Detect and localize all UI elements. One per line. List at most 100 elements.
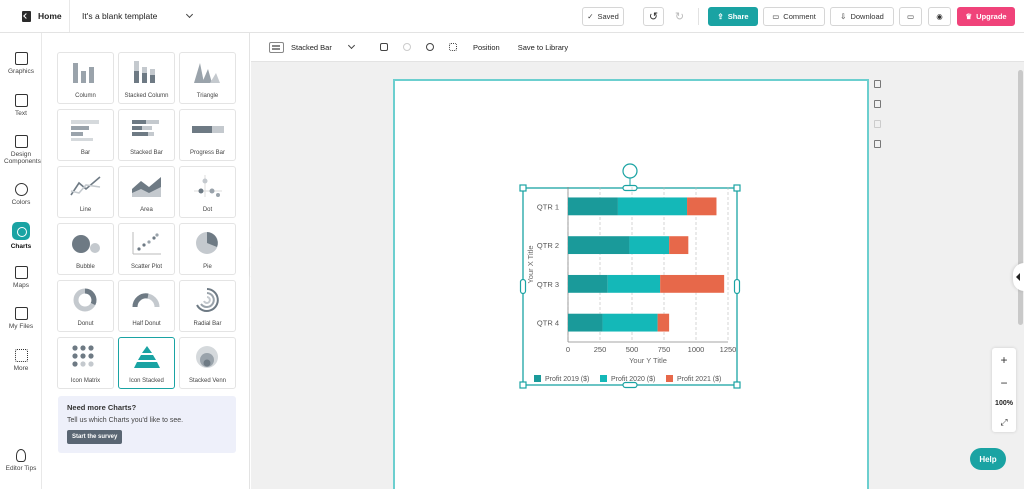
- tile-label: Dot: [202, 207, 213, 213]
- home-icon: [22, 10, 31, 22]
- chart-tile-donut[interactable]: Donut: [57, 280, 114, 332]
- chart-tile-radial-bar[interactable]: Radial Bar: [179, 280, 236, 332]
- top-bar: Home It's a blank template ✓ Saved ↺ ↻ ⇪…: [0, 0, 1024, 33]
- charts-icon: [12, 222, 30, 240]
- chart-tile-bubble[interactable]: Bubble: [57, 223, 114, 275]
- position-button[interactable]: Position: [473, 43, 500, 52]
- rail-item-graphics[interactable]: Graphics: [0, 52, 42, 75]
- share-button[interactable]: ⇪ Share: [708, 7, 758, 26]
- resize-handle: [519, 184, 527, 192]
- legend-swatch: [534, 375, 541, 382]
- stacked-bar-chart[interactable]: 0 250 500 750 1000 1250 QTR 1 QTR 2 QTR 3 QTR 4 Yo…: [515, 158, 751, 398]
- icon-matrix-icon: [72, 345, 94, 367]
- chart-type-select[interactable]: Stacked Bar: [269, 41, 358, 53]
- share-icon: ⇪: [717, 12, 724, 21]
- chevron-down-icon: [186, 10, 194, 19]
- fit-to-screen-icon[interactable]: ⤢: [1000, 417, 1007, 427]
- rotate-handle-icon: [622, 163, 638, 179]
- chart-tile-stacked-bar[interactable]: Stacked Bar: [118, 109, 175, 161]
- rail-item-charts[interactable]: Charts: [0, 222, 42, 250]
- bar-segment: [669, 236, 689, 255]
- rail-label: My Files: [8, 323, 34, 330]
- delete-page-icon[interactable]: [874, 120, 881, 128]
- chart-tile-column[interactable]: Column: [57, 52, 114, 104]
- chart-tile-half-donut[interactable]: Half Donut: [118, 280, 175, 332]
- bubble-chart-icon: [72, 235, 100, 253]
- rail-item-text[interactable]: Text: [0, 94, 42, 117]
- undo-button[interactable]: ↺: [643, 7, 664, 26]
- start-survey-button[interactable]: Start the survey: [67, 430, 123, 444]
- lock-icon[interactable]: [380, 43, 388, 51]
- home-button[interactable]: Home: [0, 0, 70, 32]
- duplicate-page-icon[interactable]: [874, 100, 881, 108]
- x-tick-label: 1250: [720, 345, 737, 354]
- rail-item-maps[interactable]: Maps: [0, 266, 42, 289]
- chart-tile-bar[interactable]: Bar: [57, 109, 114, 161]
- chart-tile-progress-bar[interactable]: Progress Bar: [179, 109, 236, 161]
- copy-page-icon[interactable]: [874, 140, 881, 148]
- chart-tile-pie[interactable]: Pie: [179, 223, 236, 275]
- preview-button[interactable]: ◉: [928, 7, 951, 26]
- chart-tile-line[interactable]: Line: [57, 166, 114, 218]
- saved-button[interactable]: ✓ Saved: [582, 7, 624, 26]
- stacked-bar-icon: [132, 120, 159, 136]
- rail-item-design-components[interactable]: Design Components: [0, 135, 42, 166]
- save-to-library-button[interactable]: Save to Library: [518, 43, 568, 52]
- expand-right-panel-button[interactable]: [1013, 263, 1024, 291]
- transparency-icon[interactable]: [449, 43, 457, 51]
- chart-tile-icon-matrix[interactable]: Icon Matrix: [57, 337, 114, 389]
- folder-icon: [14, 307, 28, 320]
- chart-tile-scatter-plot[interactable]: Scatter Plot: [118, 223, 175, 275]
- zoom-level: 100%: [995, 399, 1013, 407]
- rail-item-colors[interactable]: Colors: [0, 183, 42, 206]
- resize-handle: [519, 278, 527, 295]
- stacked-column-icon: [134, 61, 155, 83]
- chart-tile-dot[interactable]: Dot: [179, 166, 236, 218]
- rail-item-my-files[interactable]: My Files: [0, 307, 42, 330]
- dot-chart-icon: [194, 175, 222, 197]
- comment-label: Comment: [783, 12, 816, 21]
- graphics-icon: [14, 52, 28, 65]
- promo-title: Need more Charts?: [67, 403, 137, 412]
- upgrade-label: Upgrade: [976, 12, 1007, 21]
- rail-item-editor-tips[interactable]: Editor Tips: [0, 449, 42, 472]
- upgrade-button[interactable]: ♛ Upgrade: [957, 7, 1015, 26]
- rail-label: Graphics: [7, 68, 34, 75]
- bar-segment: [657, 313, 670, 332]
- lightbulb-icon: [16, 449, 26, 462]
- chart-tile-triangle[interactable]: Triangle: [179, 52, 236, 104]
- legend-label: Profit 2020 ($): [611, 376, 655, 383]
- present-button[interactable]: ▭: [899, 7, 922, 26]
- rail-label: Editor Tips: [5, 465, 37, 472]
- zoom-in-button[interactable]: +: [1000, 354, 1007, 366]
- bar-chart-icon: [71, 120, 99, 141]
- tile-label: Area: [140, 207, 153, 213]
- chart-tile-icon-stacked[interactable]: Icon Stacked: [118, 337, 175, 389]
- download-label: Download: [850, 12, 884, 21]
- palette-icon: [14, 183, 28, 196]
- page-notes-icon[interactable]: [874, 80, 881, 88]
- redo-button[interactable]: ↻: [669, 7, 690, 26]
- area-chart-icon: [132, 177, 161, 197]
- grid-icon: [14, 349, 28, 362]
- download-button[interactable]: ⇩ Download: [830, 7, 894, 26]
- help-button[interactable]: Help: [970, 448, 1006, 470]
- x-tick-label: 0: [566, 345, 570, 354]
- document-title[interactable]: It's a blank template: [70, 10, 194, 21]
- tile-label: Radial Bar: [193, 321, 222, 327]
- chart-tile-stacked-column[interactable]: Stacked Column: [118, 52, 175, 104]
- tile-label: Half Donut: [132, 321, 161, 327]
- chart-tile-area[interactable]: Area: [118, 166, 175, 218]
- chart-tile-stacked-venn[interactable]: Stacked Venn: [179, 337, 236, 389]
- zoom-out-button[interactable]: −: [1000, 377, 1007, 389]
- tile-label: Bar: [80, 150, 91, 156]
- rail-label: Colors: [11, 199, 31, 206]
- resize-handle: [733, 184, 741, 192]
- link-icon[interactable]: [424, 41, 436, 53]
- stacked-venn-icon: [196, 346, 218, 368]
- comment-button[interactable]: ▭ Comment: [763, 7, 825, 26]
- promo-text: Tell us which Charts you'd like to see.: [67, 417, 184, 424]
- rail-item-more[interactable]: More: [0, 349, 42, 372]
- animation-icon[interactable]: [403, 43, 411, 51]
- bar-segment: [607, 274, 661, 293]
